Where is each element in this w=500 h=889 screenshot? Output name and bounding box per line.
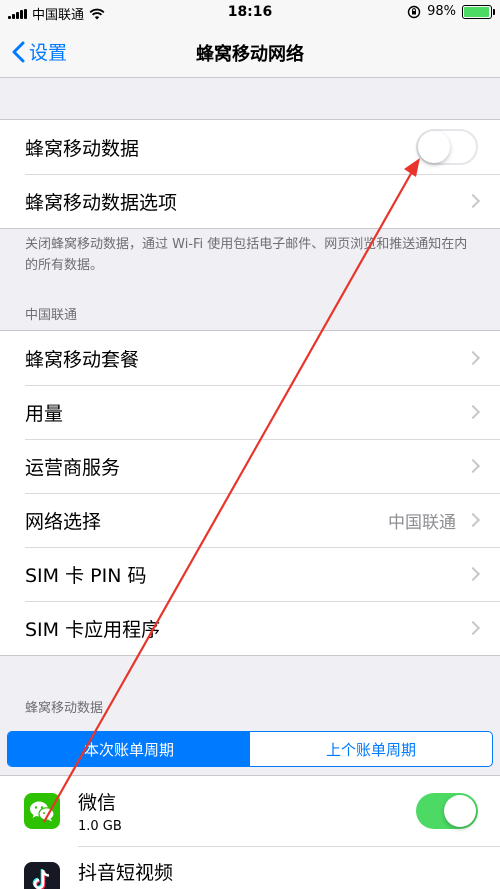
toggle-knob [418,131,450,163]
orientation-lock-icon [407,5,421,18]
navigation-bar: 设置 蜂窝移动网络 [0,26,500,78]
row-label: 运营商服务 [25,456,121,479]
cellular-data-group: 蜂窝移动数据 蜂窝移动数据选项 [0,119,500,229]
chevron-right-icon [465,512,481,528]
chevron-right-icon [465,458,481,474]
list-item-plan[interactable]: 蜂窝移动套餐 [0,331,500,385]
battery-fill [464,6,490,17]
list-item: 微信 1.0 GB [0,776,500,846]
row-label: 用量 [25,402,64,425]
row-label: 网络选择 [25,510,102,533]
chevron-right-icon [465,566,481,582]
row-label: 蜂窝移动套餐 [25,348,140,371]
list-item: 抖音短视频 [0,846,500,889]
app-usage-list: 微信 1.0 GB 抖音短视频 [0,775,500,889]
row-label: SIM 卡 PIN 码 [25,564,147,587]
cellular-data-footer-note: 关闭蜂窝移动数据，通过 Wi-Fi 使用包括电子邮件、网页浏览和推送通知在内的所… [25,237,468,273]
cellular-data-options-label: 蜂窝移动数据选项 [25,191,178,214]
list-item-usage[interactable]: 用量 [0,385,500,439]
app-name: 微信 [78,792,117,814]
chevron-right-icon [465,620,481,636]
row-label: SIM 卡应用程序 [25,618,161,641]
cellular-data-toggle[interactable] [416,129,478,165]
wechat-cellular-toggle[interactable] [416,793,478,829]
battery-icon [462,4,495,19]
list-item-carrier-services[interactable]: 运营商服务 [0,439,500,493]
app-data-size: 1.0 GB [78,819,122,834]
page-title: 蜂窝移动网络 [196,44,304,65]
app-name: 抖音短视频 [78,862,174,884]
wechat-icon [24,793,60,829]
battery-percent: 98% [427,4,456,19]
usage-section-header: 蜂窝移动数据 [25,701,104,716]
toggle-knob [444,795,476,827]
carrier-group: 蜂窝移动套餐 用量 运营商服务 网络选择 中国联通 SIM 卡 PIN 码 SI… [0,330,500,656]
segment-current-period[interactable]: 本次账单周期 [8,732,250,766]
network-selection-value: 中国联通 [388,512,456,533]
chevron-right-icon [465,404,481,420]
douyin-icon [24,862,60,889]
list-item-sim-applications[interactable]: SIM 卡应用程序 [0,601,500,655]
app-text: 微信 1.0 GB [78,788,416,834]
list-item-sim-pin[interactable]: SIM 卡 PIN 码 [0,547,500,601]
chevron-right-icon [465,193,481,209]
cellular-data-row: 蜂窝移动数据 [0,120,500,174]
cellular-data-label: 蜂窝移动数据 [25,137,140,160]
carrier-section-header: 中国联通 [25,308,78,323]
list-item-network-selection[interactable]: 网络选择 中国联通 [0,493,500,547]
cellular-data-options-row[interactable]: 蜂窝移动数据选项 [0,174,500,228]
segment-previous-period[interactable]: 上个账单周期 [250,732,492,766]
status-bar: 中国联通 18:16 98% [0,0,500,26]
status-right: 98% [407,4,495,19]
chevron-right-icon [465,350,481,366]
billing-period-segmented-control: 本次账单周期 上个账单周期 [7,731,493,767]
